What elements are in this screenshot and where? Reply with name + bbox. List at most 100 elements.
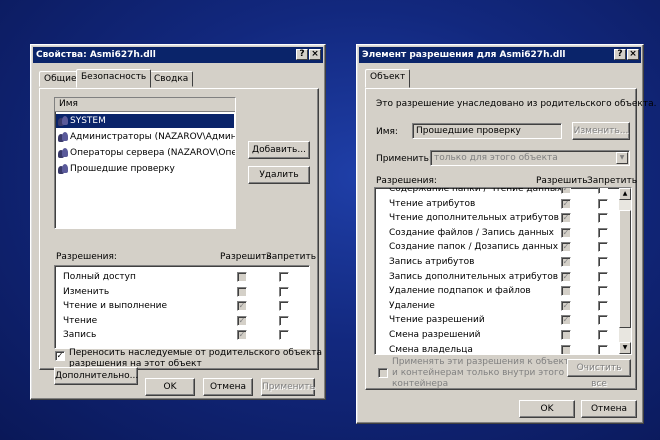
help-button[interactable]: ? (614, 49, 626, 60)
allow-checkbox[interactable]: ✓ (561, 315, 571, 326)
permissions-scrollbar[interactable]: ▲ ▼ (619, 188, 631, 354)
permission-name: Чтение (63, 315, 98, 326)
deny-checkbox[interactable] (598, 242, 608, 253)
user-list-item-server-operators[interactable]: Операторы сервера (NAZAROV\Оператор... (56, 146, 236, 160)
user-group-icon (58, 163, 68, 174)
permission-name: Чтение дополнительных атрибутов (389, 213, 559, 224)
close-button[interactable]: × (309, 49, 321, 60)
permission-name: Запись (63, 330, 97, 340)
cancel-button[interactable]: Отмена (203, 378, 253, 396)
deny-checkbox[interactable] (598, 213, 608, 224)
apply-to-label: Применить: (376, 154, 432, 164)
deny-checkbox[interactable] (279, 301, 289, 311)
deny-checkbox[interactable] (279, 286, 289, 297)
allow-checkbox[interactable] (237, 272, 247, 282)
allow-checkbox[interactable] (561, 330, 571, 340)
object-tab-panel: Это разрешение унаследовано из родительс… (365, 88, 656, 390)
advanced-button[interactable]: Дополнительно... (54, 367, 138, 385)
permission-name: Смена разрешений (389, 330, 481, 340)
allow-checkbox[interactable] (561, 344, 571, 354)
help-button[interactable]: ? (296, 49, 308, 60)
chevron-down-icon[interactable]: ▼ (616, 152, 628, 164)
apply-inside-label-line3: контейнера (392, 379, 449, 389)
permission-name: Запись дополнительных атрибутов (389, 271, 559, 282)
deny-checkbox[interactable] (598, 330, 608, 340)
deny-checkbox[interactable] (598, 227, 608, 238)
allow-checkbox[interactable]: ✓ (237, 315, 247, 326)
permission-row: Содержание папки / Чтение данных ✓ (375, 188, 619, 197)
apply-inside-checkbox[interactable] (378, 368, 388, 378)
deny-column-label: Запретить (587, 176, 638, 186)
deny-checkbox[interactable] (598, 300, 608, 311)
allow-checkbox[interactable]: ✓ (561, 271, 571, 282)
deny-checkbox[interactable] (598, 271, 608, 282)
inherited-note: Это разрешение унаследовано из родительс… (376, 99, 657, 109)
permissions-rows: Содержание папки / Чтение данных ✓ Чтение… (375, 188, 619, 354)
permission-name: Создание папок / Дозапись данных (389, 242, 559, 253)
permission-entry-window: Элемент разрешения для Asmi627h.dll ? × … (356, 44, 656, 424)
allow-checkbox[interactable]: ✓ (561, 300, 571, 311)
properties-window: Свойства: Asmi627h.dll ? × Общие Безопас… (30, 44, 326, 400)
cancel-button[interactable]: Отмена (581, 400, 637, 418)
change-button[interactable]: Изменить... (572, 122, 630, 140)
permission-name: Изменить (63, 286, 110, 297)
user-name: SYSTEM (70, 116, 106, 126)
deny-checkbox[interactable] (598, 198, 608, 209)
close-button[interactable]: × (627, 49, 639, 60)
tab-summary[interactable]: Сводка (149, 71, 194, 87)
apply-button[interactable]: Применить (261, 378, 315, 396)
permission-row: Смена разрешений (375, 328, 619, 343)
user-list-item-authenticated[interactable]: Прошедшие проверку (56, 162, 234, 176)
inherit-permissions-label-line1: Переносить наследуемые от родительского … (69, 348, 323, 358)
deny-checkbox[interactable] (279, 272, 289, 282)
security-tab-panel: Имя SYSTEM Администраторы (NAZAROV\Админ… (39, 88, 319, 385)
allow-checkbox[interactable]: ✓ (561, 227, 571, 238)
permission-name: Запись атрибутов (389, 257, 475, 267)
allow-checkbox[interactable]: ✓ (561, 198, 571, 209)
clear-all-button[interactable]: Очистить все (567, 359, 631, 389)
deny-checkbox[interactable] (598, 286, 608, 297)
user-list[interactable]: Имя SYSTEM Администраторы (NAZAROV\Админ… (54, 97, 236, 229)
allow-checkbox[interactable]: ✓ (237, 301, 247, 311)
scroll-down-icon[interactable]: ▼ (619, 342, 631, 354)
allow-checkbox[interactable] (561, 286, 571, 297)
remove-user-button[interactable]: Удалить (248, 166, 310, 184)
permission-row: Создание файлов / Запись данных ✓ (375, 226, 619, 241)
tab-security[interactable]: Безопасность (76, 69, 152, 88)
allow-checkbox[interactable]: ✓ (561, 213, 571, 224)
user-list-item-system[interactable]: SYSTEM (56, 114, 234, 128)
user-name: Операторы сервера (NAZAROV\Оператор... (70, 148, 236, 158)
deny-checkbox[interactable] (598, 257, 608, 267)
allow-checkbox[interactable]: ✓ (561, 188, 571, 194)
permission-entry-title: Элемент разрешения для Asmi627h.dll (362, 50, 566, 60)
scroll-up-icon[interactable]: ▲ (619, 188, 631, 200)
allow-checkbox[interactable]: ✓ (561, 257, 571, 267)
user-name: Прошедшие проверку (70, 164, 175, 174)
deny-checkbox[interactable] (598, 315, 608, 326)
permission-name: Удаление (389, 300, 435, 311)
scroll-thumb[interactable] (619, 210, 631, 328)
allow-checkbox[interactable]: ✓ (237, 330, 247, 340)
deny-checkbox[interactable] (598, 344, 608, 354)
allow-checkbox[interactable] (237, 286, 247, 297)
deny-checkbox[interactable] (279, 315, 289, 326)
allow-checkbox[interactable]: ✓ (561, 242, 571, 253)
tab-object[interactable]: Объект (365, 69, 411, 88)
deny-checkbox[interactable] (598, 188, 608, 194)
permission-entry-titlebar: Элемент разрешения для Asmi627h.dll ? × (359, 47, 641, 63)
ok-button[interactable]: OK (519, 400, 575, 418)
user-list-item-administrators[interactable]: Администраторы (NAZAROV\Администра... (56, 130, 235, 144)
permission-row: Удаление подпапок и файлов (375, 284, 619, 299)
user-list-header[interactable]: Имя (55, 98, 235, 112)
inherit-permissions-checkbox[interactable]: ✓ (55, 351, 65, 361)
properties-titlebar: Свойства: Asmi627h.dll ? × (33, 47, 323, 63)
permission-name: Чтение атрибутов (389, 198, 476, 209)
name-value: Прошедшие проверку (416, 126, 521, 136)
add-user-button[interactable]: Добавить... (248, 141, 310, 159)
permission-name: Создание файлов / Запись данных (389, 227, 554, 238)
permission-row: Чтение атрибутов ✓ (375, 197, 619, 212)
ok-button[interactable]: OK (145, 378, 195, 396)
permission-row-write: Запись ✓ (55, 328, 309, 343)
apply-to-select[interactable]: только для этого объекта ▼ (430, 150, 630, 166)
deny-checkbox[interactable] (279, 330, 289, 340)
